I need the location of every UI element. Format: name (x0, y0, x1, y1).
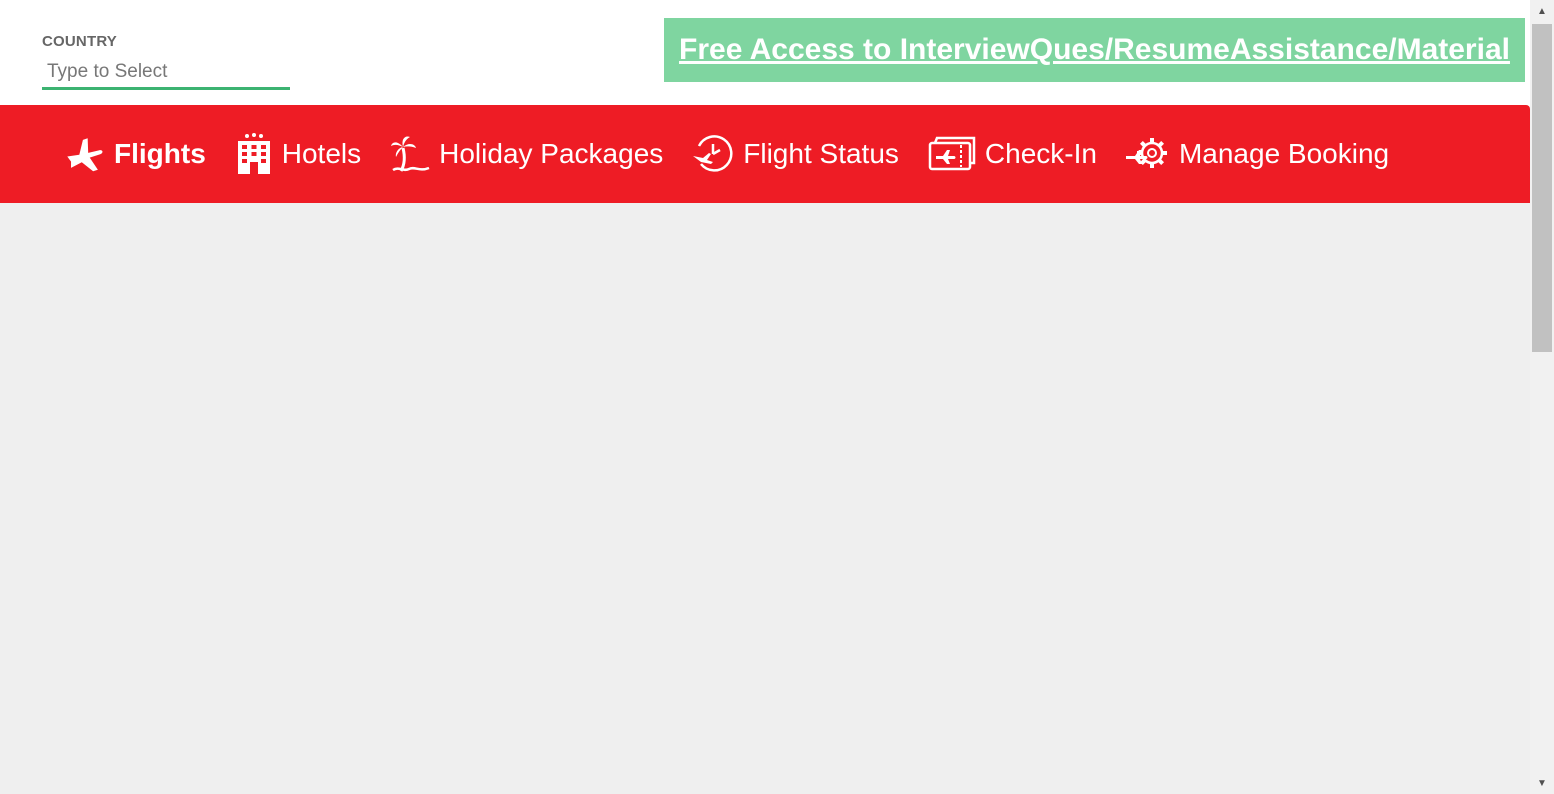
palm-tree-icon (389, 134, 431, 174)
nav-item-hotels[interactable]: Hotels (234, 124, 361, 184)
scroll-down-arrow-icon[interactable]: ▼ (1530, 774, 1554, 792)
page: COUNTRY Free Access to InterviewQues/Res… (0, 0, 1554, 794)
promo-link[interactable]: Free Access to InterviewQues/ResumeAssis… (679, 33, 1510, 67)
clock-plane-icon (691, 134, 735, 174)
country-input[interactable] (42, 60, 290, 90)
scrollbar-thumb[interactable] (1532, 24, 1552, 352)
boarding-pass-icon (927, 135, 977, 173)
nav-label-flight-status: Flight Status (743, 138, 899, 169)
nav-label-holiday-packages: Holiday Packages (439, 138, 664, 169)
airplane-icon (64, 134, 106, 174)
promo-banner: Free Access to InterviewQues/ResumeAssis… (664, 18, 1525, 82)
nav-item-holiday-packages[interactable]: Holiday Packages (389, 124, 663, 184)
nav-label-flights: Flights (114, 138, 206, 169)
nav-item-flight-status[interactable]: Flight Status (691, 124, 899, 184)
hotel-building-icon (234, 132, 274, 176)
vertical-scrollbar[interactable]: ▲ ▼ (1530, 0, 1554, 794)
country-selector: COUNTRY (42, 33, 290, 90)
header-area: COUNTRY Free Access to InterviewQues/Res… (0, 0, 1530, 105)
nav-label-check-in: Check-In (984, 138, 1097, 169)
main-content-area (0, 203, 1530, 794)
country-label: COUNTRY (42, 33, 118, 50)
nav-item-flights[interactable]: Flights (64, 124, 206, 184)
gear-plane-icon (1125, 134, 1171, 174)
nav-item-manage-booking[interactable]: Manage Booking (1125, 124, 1389, 184)
nav-label-manage-booking: Manage Booking (1178, 138, 1390, 169)
nav-label-hotels: Hotels (281, 138, 362, 169)
nav-item-check-in[interactable]: Check-In (927, 124, 1097, 184)
main-nav: Flights Hotels Holiday Packages Flight S… (0, 105, 1530, 203)
scroll-up-arrow-icon[interactable]: ▲ (1530, 2, 1554, 20)
